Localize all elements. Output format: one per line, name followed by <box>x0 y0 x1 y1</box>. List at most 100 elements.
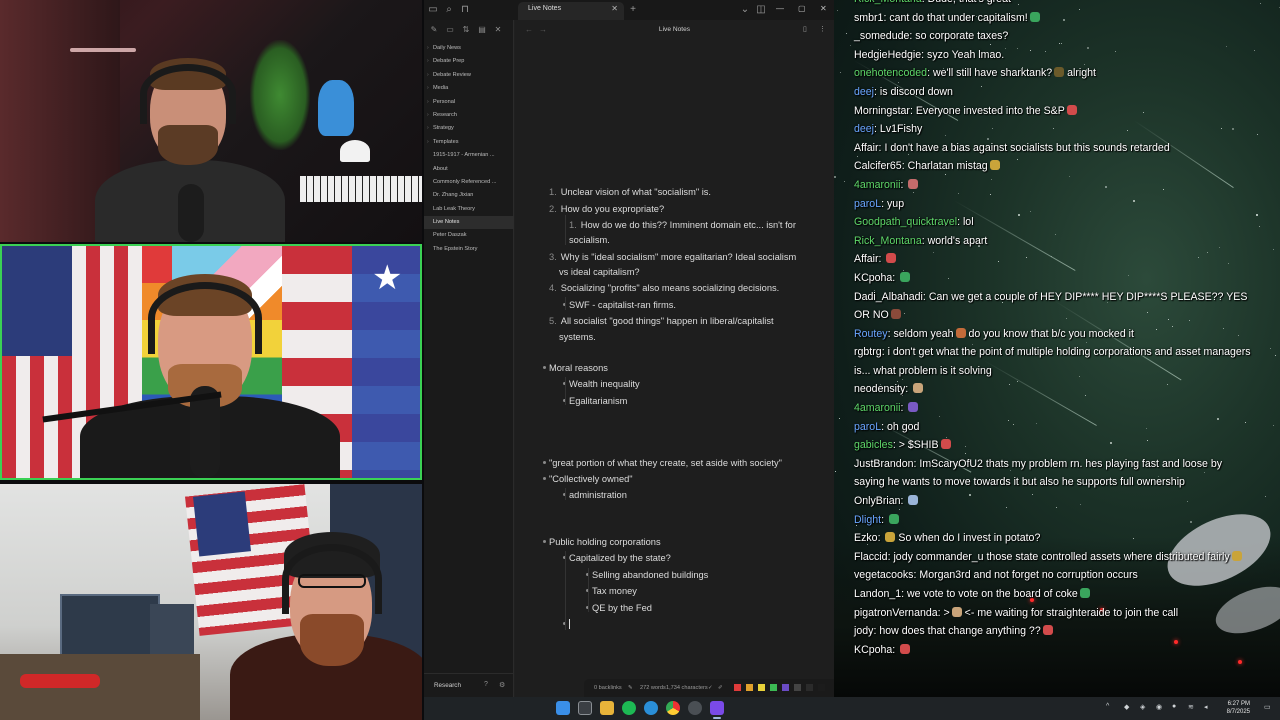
chat-username[interactable]: gabicles <box>854 439 893 451</box>
color-swatch[interactable] <box>818 684 825 691</box>
obsidian-icon[interactable] <box>710 701 724 715</box>
color-swatch[interactable] <box>794 684 801 691</box>
bullet-item[interactable] <box>563 619 570 630</box>
tray-app-icon[interactable]: ◆ <box>1124 703 1129 711</box>
start-icon[interactable] <box>556 701 570 715</box>
tray-app-icon[interactable]: ◈ <box>1140 703 1145 711</box>
sidebar-toggle-icon[interactable]: ◫ <box>754 3 768 17</box>
task-view-icon[interactable] <box>578 701 592 715</box>
chat-username[interactable]: HedgieHedgie <box>854 49 921 61</box>
chevron-right-icon[interactable]: › <box>427 122 429 135</box>
sidebar-file[interactable]: 1915-1917 - Armenian ... <box>424 149 514 162</box>
chat-username[interactable]: neodensity <box>854 383 905 395</box>
volume-icon[interactable]: ◂ <box>1204 703 1208 711</box>
bullet-item[interactable]: "great portion of what they create, set … <box>543 458 782 468</box>
close-window-button[interactable]: ✕ <box>820 4 827 13</box>
close-icon[interactable]: ✕ <box>493 25 503 35</box>
color-swatch[interactable] <box>806 684 813 691</box>
chat-username[interactable]: KCpoha <box>854 272 892 284</box>
chat-username[interactable]: Morningstar <box>854 105 910 117</box>
sidebar-file[interactable]: Dr. Zhang Jixian <box>424 189 514 202</box>
chat-username[interactable]: Rick_Montana <box>854 235 922 247</box>
sidebar-folder[interactable]: › Media <box>424 82 514 95</box>
sidebar-file[interactable]: Lab Leak Theory <box>424 203 514 216</box>
chevron-right-icon[interactable]: › <box>427 109 429 122</box>
vault-switcher[interactable]: Research ? ⚙ <box>424 673 514 697</box>
chat-username[interactable]: Dadi_Albahadi <box>854 291 923 303</box>
list-item[interactable]: 3. Why is "ideal socialism" more egalitar… <box>549 252 796 262</box>
folder-icon[interactable]: ▭ <box>426 3 440 17</box>
bullet-item[interactable]: Capitalized by the state? <box>563 553 671 563</box>
chat-username[interactable]: paroL <box>854 421 881 433</box>
color-swatch[interactable] <box>734 684 741 691</box>
new-note-icon[interactable]: ✎ <box>429 25 439 35</box>
chat-username[interactable]: Rick_Montana <box>854 0 922 5</box>
chat-username[interactable]: JustBrandon <box>854 458 913 470</box>
wifi-icon[interactable]: ≋ <box>1188 703 1194 711</box>
chevron-up-icon[interactable]: ^ <box>1106 703 1109 710</box>
color-swatch[interactable] <box>782 684 789 691</box>
sidebar-folder[interactable]: › Debate Review <box>424 69 514 82</box>
bullet-item[interactable]: Selling abandoned buildings <box>586 570 708 580</box>
pen-icon[interactable]: ✐ <box>718 685 723 691</box>
chat-username[interactable]: Calcifer65 <box>854 160 902 172</box>
color-swatch[interactable] <box>770 684 777 691</box>
chat-username[interactable]: deej <box>854 123 874 135</box>
chrome-icon[interactable] <box>666 701 680 715</box>
bullet-item[interactable]: "Collectively owned" <box>543 474 633 484</box>
bookmark-icon[interactable]: ⊓ <box>458 3 472 17</box>
sidebar-folder[interactable]: › Daily News <box>424 42 514 55</box>
sidebar-folder[interactable]: › Debate Prep <box>424 55 514 68</box>
chevron-right-icon[interactable]: › <box>427 96 429 109</box>
chat-username[interactable]: deej <box>854 86 874 98</box>
more-options-icon[interactable]: ⋮ <box>819 25 826 33</box>
list-item[interactable]: 5. All socialist "good things" happen in … <box>549 316 774 326</box>
chat-username[interactable]: Flaccid <box>854 551 888 563</box>
backlinks-count[interactable]: 0 backlinks <box>594 685 622 691</box>
sync-icon[interactable]: ✓ <box>708 685 713 691</box>
chevron-right-icon[interactable]: › <box>427 69 429 82</box>
maximize-button[interactable]: ▢ <box>798 4 806 13</box>
chat-username[interactable]: OnlyBrian <box>854 495 901 507</box>
bullet-item[interactable]: Public holding corporations <box>543 537 661 547</box>
clock[interactable]: 6:27 PM 8/7/2025 <box>1227 700 1250 716</box>
chat-username[interactable]: vegetacooks <box>854 569 913 581</box>
search-icon[interactable]: ⌕ <box>442 3 456 17</box>
chat-username[interactable]: rgbtrg <box>854 346 882 358</box>
chat-username[interactable]: paroL <box>854 198 881 210</box>
sidebar-folder[interactable]: › Strategy <box>424 122 514 135</box>
list-item[interactable]: vs ideal capitalism? <box>559 267 640 277</box>
list-item[interactable]: systems. <box>559 332 596 342</box>
bullet-item[interactable]: SWF - capitalist-ran firms. <box>563 300 676 310</box>
sidebar-file[interactable]: Live Notes <box>424 216 514 230</box>
chat-username[interactable]: pigatronVernanda <box>854 607 938 619</box>
new-folder-icon[interactable]: ▭ <box>445 25 455 35</box>
bullet-item[interactable]: Tax money <box>586 586 637 596</box>
chat-username[interactable]: smbr1 <box>854 12 883 24</box>
chevron-right-icon[interactable]: › <box>427 42 429 55</box>
sidebar-file[interactable]: The Epstein Story <box>424 243 514 256</box>
vault-name[interactable]: Research <box>434 682 461 689</box>
list-item[interactable]: socialism. <box>569 235 610 245</box>
chat-username[interactable]: KCpoha <box>854 644 892 656</box>
chat-username[interactable]: _somedude <box>854 30 909 42</box>
sidebar-folder[interactable]: › Personal <box>424 96 514 109</box>
sidebar-folder[interactable]: › Templates <box>424 136 514 149</box>
chat-username[interactable]: Routey <box>854 328 888 340</box>
chat-username[interactable]: Goodpath_quicktravel <box>854 216 957 228</box>
reading-view-icon[interactable]: ▯ <box>803 25 807 33</box>
color-swatch[interactable] <box>758 684 765 691</box>
new-tab-icon[interactable]: + <box>626 3 640 17</box>
sidebar-folder[interactable]: › Research <box>424 109 514 122</box>
chat-username[interactable]: Ezko <box>854 532 878 544</box>
minimize-button[interactable]: — <box>776 4 784 13</box>
bullet-item[interactable]: Wealth inequality <box>563 379 640 389</box>
chat-username[interactable]: 4amaronii <box>854 402 901 414</box>
gear-icon[interactable]: ⚙ <box>499 681 505 689</box>
notification-icon[interactable]: ▭ <box>1264 703 1271 711</box>
collapse-icon[interactable]: ▤ <box>477 25 487 35</box>
spotify-icon[interactable] <box>622 701 636 715</box>
close-tab-icon[interactable]: ✕ <box>611 4 618 13</box>
color-swatch[interactable] <box>746 684 753 691</box>
sidebar-file[interactable]: About <box>424 163 514 176</box>
